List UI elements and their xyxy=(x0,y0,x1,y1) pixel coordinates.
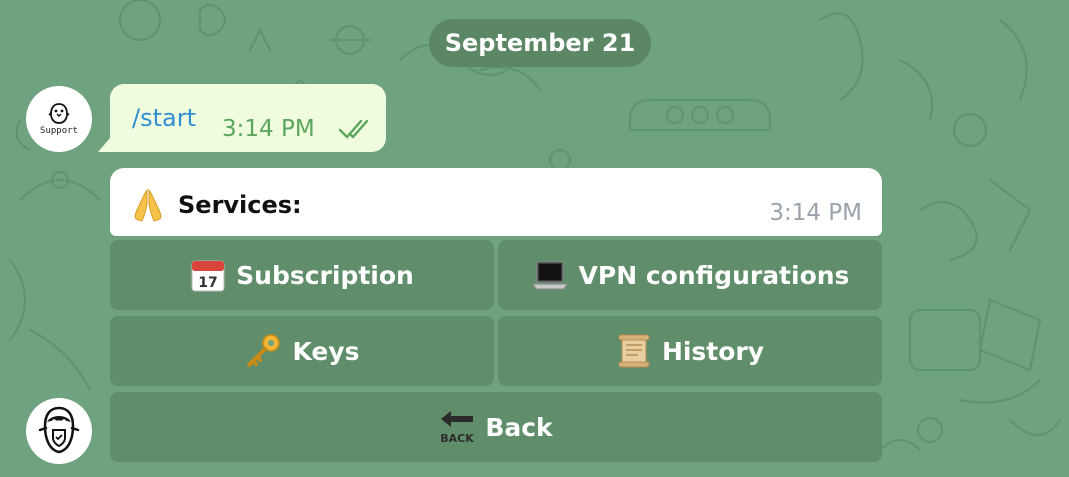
keys-label: Keys xyxy=(292,336,360,366)
message-text: Services: xyxy=(132,188,302,222)
key-icon xyxy=(247,334,281,367)
laptop-icon xyxy=(531,261,568,290)
services-label: Services: xyxy=(178,191,302,219)
command-link[interactable]: /start xyxy=(132,104,196,132)
history-button[interactable]: History xyxy=(498,316,882,386)
vpn-configurations-button[interactable]: VPN configurations xyxy=(498,240,882,310)
bubble-tail xyxy=(98,138,110,152)
penguin-icon xyxy=(48,102,70,124)
svg-text:17: 17 xyxy=(198,275,217,291)
bot-avatar[interactable] xyxy=(26,398,92,464)
scroll-icon xyxy=(618,334,650,368)
keys-button[interactable]: Keys xyxy=(110,316,494,386)
back-label: Back xyxy=(485,412,553,442)
back-arrow-icon: BACK xyxy=(441,411,475,445)
vpn-label: VPN configurations xyxy=(578,260,850,290)
incoming-message-bubble: Services: 3:14 PM xyxy=(110,168,882,236)
folded-hands-emoji xyxy=(134,188,162,222)
message-time: 3:14 PM xyxy=(222,116,315,142)
svg-text:BACK: BACK xyxy=(441,432,475,445)
back-button[interactable]: BACK Back xyxy=(110,392,882,462)
support-avatar[interactable]: Support xyxy=(26,86,92,152)
history-label: History xyxy=(661,336,765,366)
message-time: 3:14 PM xyxy=(769,200,862,226)
double-check-icon xyxy=(338,119,369,139)
penguin-shield-icon xyxy=(38,406,80,454)
calendar-icon: 17 xyxy=(191,260,225,292)
subscription-button[interactable]: 17 Subscription xyxy=(110,240,494,310)
subscription-label: Subscription xyxy=(236,260,414,290)
date-separator: September 21 xyxy=(429,19,651,67)
avatar-label: Support xyxy=(40,125,78,136)
outgoing-message-bubble: /start 3:14 PM xyxy=(98,84,386,152)
